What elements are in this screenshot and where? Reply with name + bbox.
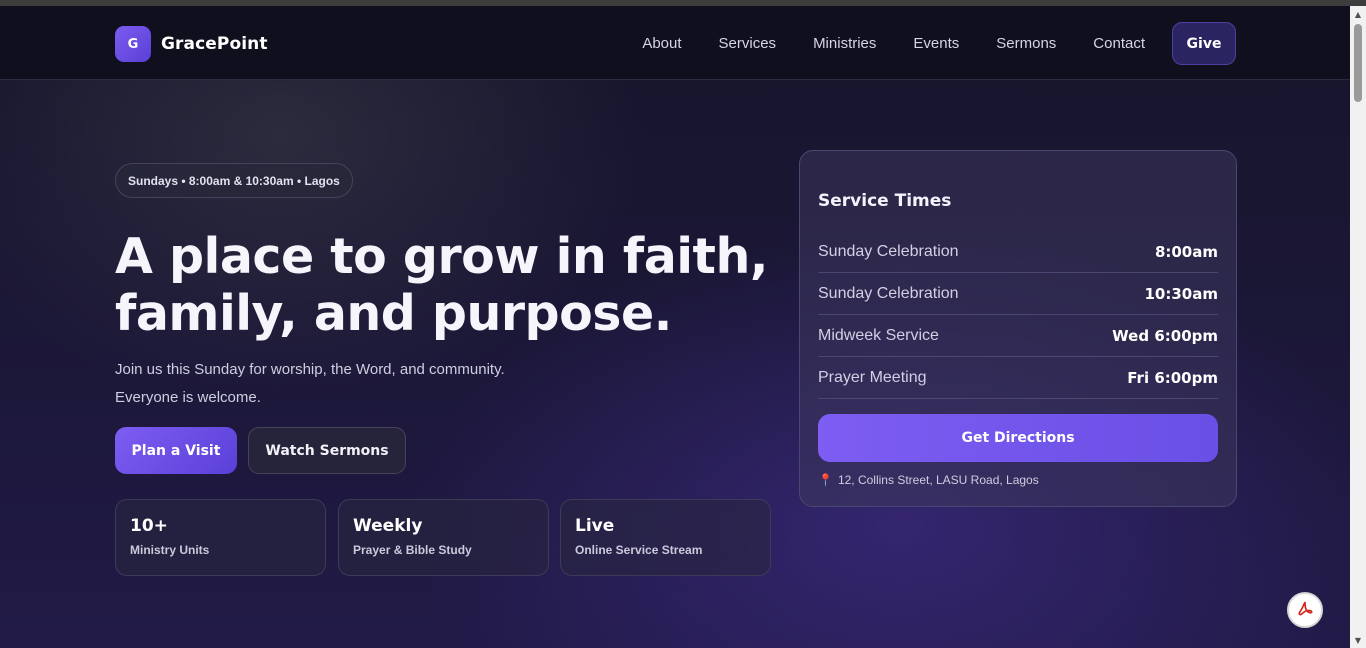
stat-card-ministry-units: 10+ Ministry Units xyxy=(115,499,326,576)
watch-sermons-button[interactable]: Watch Sermons xyxy=(248,427,406,474)
pdf-icon[interactable] xyxy=(1287,592,1323,628)
hero-title: A place to grow in faith, family, and pu… xyxy=(115,228,795,342)
service-times-title: Service Times xyxy=(818,191,952,211)
main-nav: About Services Ministries Events Sermons… xyxy=(605,22,1236,65)
get-directions-button[interactable]: Get Directions xyxy=(818,414,1218,462)
address-text: 12, Collins Street, LASU Road, Lagos xyxy=(837,473,1039,487)
brand[interactable]: G GracePoint xyxy=(115,26,268,62)
service-label: Prayer Meeting xyxy=(818,368,927,386)
stat-value: 10+ xyxy=(130,516,168,536)
hero-subtitle-line-2: Everyone is welcome. xyxy=(115,389,261,406)
church-address: 📍 12, Collins Street, LASU Road, Lagos xyxy=(818,473,1039,487)
service-times-list: Sunday Celebration 8:00am Sunday Celebra… xyxy=(818,231,1218,399)
brand-name: GracePoint xyxy=(161,34,268,54)
give-button[interactable]: Give xyxy=(1172,22,1236,65)
stat-value: Weekly xyxy=(353,516,423,536)
stat-label: Online Service Stream xyxy=(575,543,703,557)
stat-label: Ministry Units xyxy=(130,543,210,557)
service-times-card: Service Times Sunday Celebration 8:00am … xyxy=(799,150,1237,507)
plan-visit-button[interactable]: Plan a Visit xyxy=(115,427,237,474)
service-label: Midweek Service xyxy=(818,326,939,344)
hero-title-line-1: A place to grow in faith, xyxy=(115,228,768,285)
nav-about[interactable]: About xyxy=(642,35,681,52)
scroll-thumb[interactable] xyxy=(1354,24,1362,102)
service-label: Sunday Celebration xyxy=(818,242,959,260)
stat-card-prayer-bible-study: Weekly Prayer & Bible Study xyxy=(338,499,549,576)
hero-subtitle-line-1: Join us this Sunday for worship, the Wor… xyxy=(115,361,505,378)
service-time: 10:30am xyxy=(1144,284,1219,303)
nav-sermons[interactable]: Sermons xyxy=(996,35,1056,52)
nav-ministries[interactable]: Ministries xyxy=(813,35,876,52)
scroll-down-arrow-icon[interactable]: ▼ xyxy=(1350,632,1366,648)
service-row: Prayer Meeting Fri 6:00pm xyxy=(818,357,1218,399)
service-row: Sunday Celebration 8:00am xyxy=(818,231,1218,273)
nav-contact[interactable]: Contact xyxy=(1093,35,1145,52)
brand-logo: G xyxy=(115,26,151,62)
stat-label: Prayer & Bible Study xyxy=(353,543,472,557)
map-pin-icon: 📍 xyxy=(818,473,833,487)
service-row: Sunday Celebration 10:30am xyxy=(818,273,1218,315)
service-time: Wed 6:00pm xyxy=(1112,326,1218,345)
page: G GracePoint About Services Ministries E… xyxy=(0,6,1350,648)
nav-events[interactable]: Events xyxy=(913,35,959,52)
service-time: 8:00am xyxy=(1154,242,1218,261)
hero-title-line-2: family, and purpose. xyxy=(115,285,672,342)
pdf-glyph xyxy=(1298,601,1313,616)
service-time: Fri 6:00pm xyxy=(1127,368,1218,387)
vertical-scrollbar[interactable]: ▲ ▼ xyxy=(1350,6,1366,648)
service-label: Sunday Celebration xyxy=(818,284,959,302)
service-row: Midweek Service Wed 6:00pm xyxy=(818,315,1218,357)
hero-subtitle: Join us this Sunday for worship, the Wor… xyxy=(115,356,615,412)
service-schedule-pill: Sundays • 8:00am & 10:30am • Lagos xyxy=(115,163,353,198)
nav-services[interactable]: Services xyxy=(719,35,777,52)
scroll-up-arrow-icon[interactable]: ▲ xyxy=(1350,6,1366,22)
stat-card-online-stream: Live Online Service Stream xyxy=(560,499,771,576)
stat-value: Live xyxy=(575,516,615,536)
site-header: G GracePoint About Services Ministries E… xyxy=(0,6,1350,80)
